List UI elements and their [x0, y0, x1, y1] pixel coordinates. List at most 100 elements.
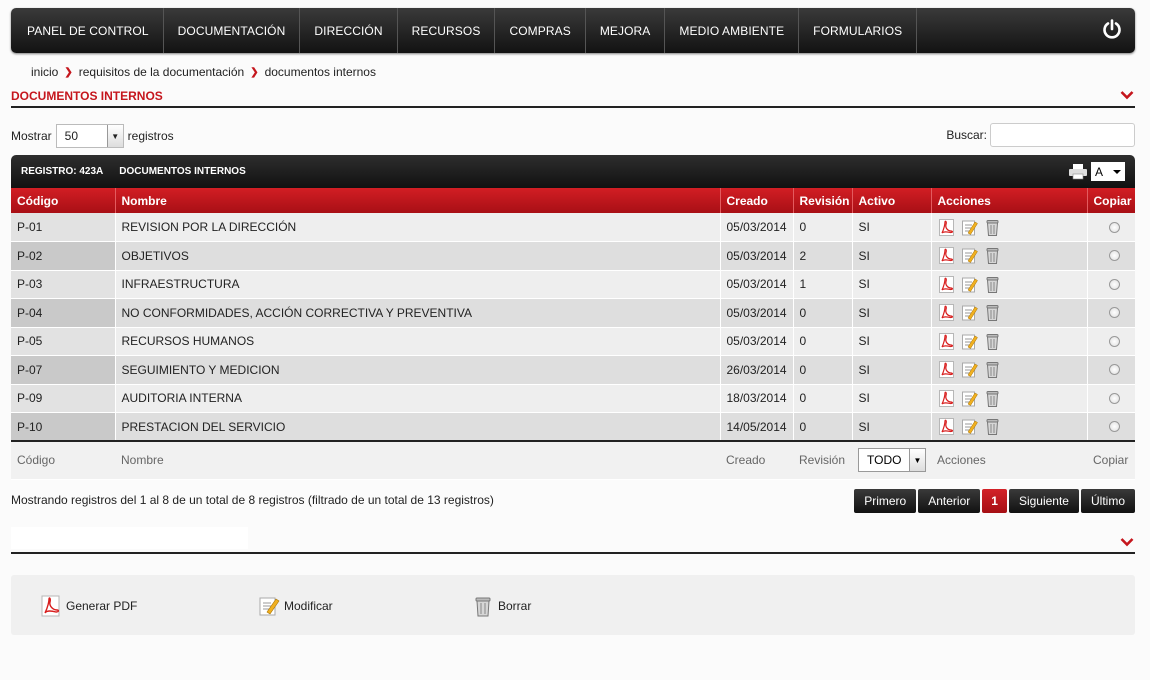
footer-revision: Revisión	[793, 440, 852, 480]
cell-activo: SI	[852, 327, 932, 356]
copy-radio[interactable]	[1108, 307, 1120, 319]
nav-documentacion[interactable]: DOCUMENTACIÓN	[164, 8, 301, 53]
copy-radio[interactable]	[1108, 250, 1120, 262]
legend-pdf-label: Generar PDF	[66, 599, 138, 613]
nav-mejora[interactable]: MEJORA	[586, 8, 666, 53]
cell-nombre: SEGUIMIENTO Y MEDICION	[115, 355, 721, 385]
copy-radio[interactable]	[1108, 421, 1120, 432]
cell-copiar	[1087, 327, 1135, 356]
active-filter-select[interactable]: TODO ▼	[858, 448, 926, 473]
trash-icon[interactable]	[984, 333, 1001, 350]
cell-copiar	[1087, 213, 1135, 242]
cell-codigo: P-09	[11, 384, 116, 413]
section-tab	[11, 527, 248, 549]
pager-last-button[interactable]: Último	[1080, 489, 1135, 513]
copy-radio[interactable]	[1108, 278, 1120, 290]
copy-radio[interactable]	[1108, 364, 1120, 376]
print-icon[interactable]	[1068, 163, 1088, 180]
trash-icon[interactable]	[984, 247, 1001, 265]
copy-radio[interactable]	[1108, 335, 1120, 347]
cell-creado: 05/03/2014	[720, 241, 794, 271]
col-revision[interactable]: Revisión	[793, 188, 853, 213]
table-title: DOCUMENTOS INTERNOS	[119, 166, 246, 177]
search-input[interactable]	[990, 123, 1135, 147]
pdf-icon[interactable]	[938, 275, 955, 293]
nav-panel-de-control[interactable]: PANEL DE CONTROL	[11, 8, 164, 53]
cell-creado: 14/05/2014	[720, 412, 794, 442]
trash-icon[interactable]	[984, 418, 1001, 435]
pdf-icon[interactable]	[938, 332, 955, 350]
cell-revision: 0	[793, 355, 853, 385]
pdf-icon[interactable]	[938, 218, 955, 236]
table-row[interactable]: P-05 RECURSOS HUMANOS 05/03/2014 0 SI	[11, 327, 1135, 356]
copy-radio[interactable]	[1108, 392, 1120, 404]
pager-prev-button[interactable]: Anterior	[918, 489, 981, 513]
table-row[interactable]: P-03 INFRAESTRUCTURA 05/03/2014 1 SI	[11, 270, 1135, 299]
breadcrumb-inicio[interactable]: inicio	[31, 65, 58, 79]
edit-icon[interactable]	[961, 219, 978, 236]
nav-recursos[interactable]: RECURSOS	[398, 8, 496, 53]
table-row[interactable]: P-07 SEGUIMIENTO Y MEDICION 26/03/2014 0 SI	[11, 355, 1135, 385]
pager-first-button[interactable]: Primero	[854, 489, 917, 513]
cell-codigo: P-03	[11, 270, 116, 299]
documents-table: Código Nombre Creado Revisión Activo Acc…	[11, 188, 1135, 480]
table-row[interactable]: P-01 REVISION POR LA DIRECCIÓN 05/03/2014 0…	[11, 213, 1135, 242]
cell-creado: 26/03/2014	[720, 355, 794, 385]
edit-icon[interactable]	[961, 418, 978, 435]
trash-icon[interactable]	[984, 276, 1001, 293]
trash-icon[interactable]	[984, 390, 1001, 407]
breadcrumb-documentos-internos: documentos internos	[264, 65, 376, 79]
nav-formularios[interactable]: FORMULARIOS	[799, 8, 918, 53]
footer-codigo: Código	[11, 440, 115, 480]
trash-icon[interactable]	[984, 361, 1001, 379]
copy-radio[interactable]	[1108, 221, 1120, 233]
table-row[interactable]: P-02 OBJETIVOS 05/03/2014 2 SI	[11, 241, 1135, 271]
pager-current-page[interactable]: 1	[982, 489, 1007, 513]
nav-medio-ambiente[interactable]: MEDIO AMBIENTE	[665, 8, 800, 53]
edit-icon[interactable]	[961, 304, 978, 321]
pdf-icon[interactable]	[938, 304, 955, 322]
edit-icon[interactable]	[961, 390, 978, 407]
chevron-down-icon[interactable]	[1120, 537, 1134, 547]
breadcrumb-requisitos[interactable]: requisitos de la documentación	[79, 65, 244, 79]
edit-icon[interactable]	[961, 247, 978, 264]
cell-nombre: RECURSOS HUMANOS	[115, 327, 721, 356]
edit-icon[interactable]	[961, 276, 978, 293]
top-navigation: PANEL DE CONTROL DOCUMENTACIÓN DIRECCIÓN…	[11, 8, 1135, 53]
pdf-icon[interactable]	[938, 418, 955, 435]
col-nombre[interactable]: Nombre	[115, 188, 721, 213]
legend-delete: Borrar	[472, 595, 531, 617]
records-label: registros	[127, 129, 174, 143]
nav-direccion[interactable]: DIRECCIÓN	[300, 8, 398, 53]
cell-acciones	[931, 384, 1088, 413]
page-length-select[interactable]: 50 ▼	[55, 124, 124, 148]
legend-pdf: Generar PDF	[40, 595, 137, 617]
cell-nombre: PRESTACION DEL SERVICIO	[115, 412, 721, 442]
edit-icon	[259, 597, 280, 616]
pager-next-button[interactable]: Siguiente	[1008, 489, 1079, 513]
table-row[interactable]: P-09 AUDITORIA INTERNA 18/03/2014 0 SI	[11, 384, 1135, 413]
table-row[interactable]: P-10 PRESTACION DEL SERVICIO 14/05/2014 0 SI	[11, 412, 1135, 442]
cell-revision: 1	[793, 270, 853, 299]
edit-icon[interactable]	[961, 361, 978, 378]
pdf-icon[interactable]	[938, 389, 955, 407]
footer-nombre: Nombre	[115, 440, 720, 480]
breadcrumb: inicio ❯ requisitos de la documentación …	[31, 65, 376, 79]
cell-revision: 0	[793, 412, 853, 442]
col-creado[interactable]: Creado	[720, 188, 794, 213]
edit-icon[interactable]	[961, 333, 978, 350]
nav-compras[interactable]: COMPRAS	[495, 8, 586, 53]
table-row[interactable]: P-04 NO CONFORMIDADES, ACCIÓN CORRECTIVA …	[11, 298, 1135, 328]
font-size-value: A	[1095, 164, 1104, 179]
col-activo[interactable]: Activo	[852, 188, 932, 213]
pdf-icon[interactable]	[938, 361, 955, 379]
power-icon[interactable]	[1101, 18, 1123, 40]
font-size-select[interactable]: A	[1091, 162, 1125, 181]
trash-icon[interactable]	[984, 219, 1001, 236]
col-codigo[interactable]: Código	[11, 188, 116, 213]
pdf-icon[interactable]	[938, 247, 955, 265]
cell-creado: 05/03/2014	[720, 298, 794, 328]
cell-codigo: P-05	[11, 327, 116, 356]
chevron-down-icon[interactable]	[1120, 90, 1134, 100]
trash-icon[interactable]	[984, 304, 1001, 322]
